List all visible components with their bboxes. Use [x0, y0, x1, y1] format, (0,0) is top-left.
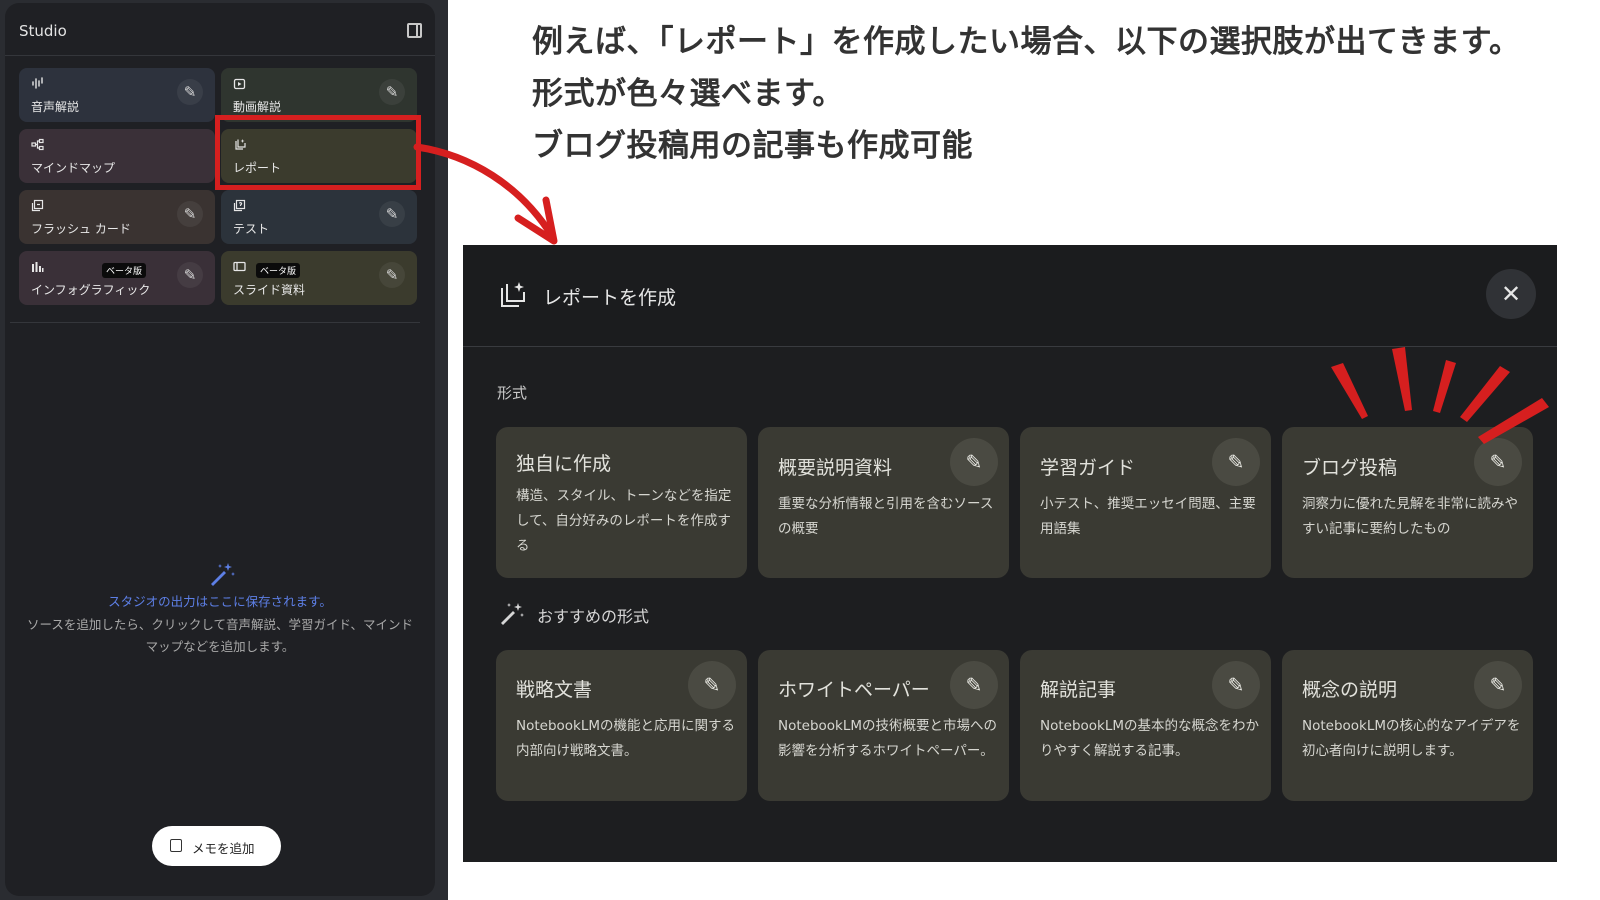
instruction-line-3: ブログ投稿用の記事も作成可能	[532, 128, 973, 164]
pencil-icon[interactable]: ✎	[950, 661, 998, 709]
recommended-section-label: おすすめの形式	[537, 607, 650, 626]
tile-flashcards[interactable]: フラッシュ カード ✎	[19, 190, 215, 244]
pencil-icon[interactable]: ✎	[950, 438, 998, 486]
tile-quiz[interactable]: テスト ✎	[221, 190, 417, 244]
card-description: 重要な分析情報と引用を含むソースの概要	[778, 496, 994, 537]
studio-divider	[10, 322, 420, 323]
pencil-icon[interactable]: ✎	[1474, 661, 1522, 709]
pencil-icon[interactable]: ✎	[688, 661, 736, 709]
format-card-study-guide[interactable]: 学習ガイド ✎ 小テスト、推奨エッセイ問題、主要用語集	[1020, 427, 1271, 578]
studio-title: Studio	[19, 22, 67, 40]
tile-mind-map[interactable]: マインドマップ	[19, 129, 215, 183]
flashcard-icon	[31, 199, 44, 212]
note-icon	[170, 839, 182, 852]
audio-wave-icon	[32, 77, 43, 89]
screenshot-canvas: Studio 音声解説 ✎ 動画解説 ✎ マインドマップ レポート フラッシュ …	[0, 0, 1600, 900]
dialog-title: レポートを作成	[543, 287, 677, 309]
tile-label: テスト	[233, 222, 270, 236]
tile-video-overview[interactable]: 動画解説 ✎	[221, 68, 417, 122]
card-title: 概念の説明	[1302, 679, 1398, 701]
recommended-card-concept[interactable]: 概念の説明 ✎ NotebookLMの核心的なアイデアを初心者向けに説明します。	[1282, 650, 1533, 801]
recommended-card-explainer[interactable]: 解説記事 ✎ NotebookLMの基本的な概念をわかりやすく解説する記事。	[1020, 650, 1271, 801]
video-icon	[233, 78, 246, 90]
card-description: NotebookLMの技術概要と市場への影響を分析するホワイトペーパー。	[778, 718, 998, 759]
recommended-card-whitepaper[interactable]: ホワイトペーパー ✎ NotebookLMの技術概要と市場への影響を分析するホワ…	[758, 650, 1009, 801]
add-note-label: メモを追加	[192, 841, 255, 856]
format-card-briefing[interactable]: 概要説明資料 ✎ 重要な分析情報と引用を含むソースの概要	[758, 427, 1009, 578]
card-title: 独自に作成	[516, 453, 612, 475]
tile-label: 音声解説	[31, 100, 80, 114]
magic-wand-icon	[211, 563, 235, 586]
card-title: ブログ投稿	[1302, 457, 1398, 479]
slides-icon	[233, 261, 246, 272]
pencil-icon[interactable]: ✎	[379, 79, 405, 105]
report-sparkle-icon	[501, 282, 525, 307]
mind-map-icon	[31, 138, 44, 151]
card-description: NotebookLMの核心的なアイデアを初心者向けに説明します。	[1302, 718, 1521, 759]
pencil-icon[interactable]: ✎	[379, 262, 405, 288]
quiz-icon	[233, 199, 246, 212]
tile-label: スライド資料	[233, 283, 306, 297]
tile-label: インフォグラフィック	[31, 283, 151, 297]
tile-label: フラッシュ カード	[31, 222, 131, 236]
studio-header: Studio	[5, 3, 435, 56]
recommended-card-strategy[interactable]: 戦略文書 ✎ NotebookLMの機能と応用に関する内部向け戦略文書。	[496, 650, 747, 801]
format-card-custom[interactable]: 独自に作成 構造、スタイル、トーンなどを指定して、自分好みのレポートを作成する	[496, 427, 747, 578]
tile-audio-overview[interactable]: 音声解説 ✎	[19, 68, 215, 122]
pencil-icon[interactable]: ✎	[177, 262, 203, 288]
tile-slides[interactable]: ベータ版 スライド資料 ✎	[221, 251, 417, 305]
magic-wand-icon	[501, 603, 524, 625]
close-icon[interactable]: ✕	[1486, 269, 1536, 319]
add-note-button[interactable]: メモを追加	[152, 826, 281, 866]
report-highlight-box	[215, 115, 421, 190]
card-title: 解説記事	[1040, 679, 1117, 701]
instruction-line-1: 例えば、「レポート」を作成したい場合、以下の選択肢が出てきます。	[532, 24, 1521, 60]
card-description: 小テスト、推奨エッセイ問題、主要用語集	[1040, 496, 1256, 537]
create-report-dialog: レポートを作成 ✕ 形式 独自に作成 構造、スタイル、トーンなどを指定して、自分…	[463, 245, 1557, 862]
pencil-icon[interactable]: ✎	[1474, 438, 1522, 486]
tile-infographic[interactable]: ベータ版 インフォグラフィック ✎	[19, 251, 215, 305]
instruction-line-2: 形式が色々選べます。	[532, 76, 844, 112]
card-title: ホワイトペーパー	[778, 679, 930, 701]
card-description: 構造、スタイル、トーンなどを指定して、自分好みのレポートを作成する	[516, 488, 732, 554]
pencil-icon[interactable]: ✎	[1212, 661, 1260, 709]
card-title: 概要説明資料	[778, 457, 893, 479]
empty-state-title: スタジオの出力はここに保存されます。	[108, 594, 332, 609]
pencil-icon[interactable]: ✎	[379, 201, 405, 227]
card-description: NotebookLMの機能と応用に関する内部向け戦略文書。	[516, 718, 736, 759]
beta-badge: ベータ版	[256, 263, 301, 278]
format-card-blog-post[interactable]: ブログ投稿 ✎ 洞察力に優れた見解を非常に読みやすい記事に要約したもの	[1282, 427, 1533, 578]
pencil-icon[interactable]: ✎	[1212, 438, 1260, 486]
pencil-icon[interactable]: ✎	[177, 79, 203, 105]
dialog-header: レポートを作成 ✕	[463, 245, 1557, 347]
card-title: 戦略文書	[516, 679, 593, 701]
empty-state-description: ソースを追加したら、クリックして音声解説、学習ガイド、マインドマップなどを追加し…	[26, 617, 413, 654]
sidebar-toggle-icon[interactable]	[407, 23, 422, 38]
card-description: 洞察力に優れた見解を非常に読みやすい記事に要約したもの	[1302, 496, 1518, 537]
beta-badge: ベータ版	[102, 263, 147, 278]
pencil-icon[interactable]: ✎	[177, 201, 203, 227]
tile-label: 動画解説	[233, 100, 282, 114]
format-section-label: 形式	[497, 384, 528, 402]
infographic-icon	[32, 262, 44, 272]
card-title: 学習ガイド	[1040, 457, 1136, 479]
card-description: NotebookLMの基本的な概念をわかりやすく解説する記事。	[1040, 718, 1260, 759]
tile-label: マインドマップ	[31, 161, 116, 175]
